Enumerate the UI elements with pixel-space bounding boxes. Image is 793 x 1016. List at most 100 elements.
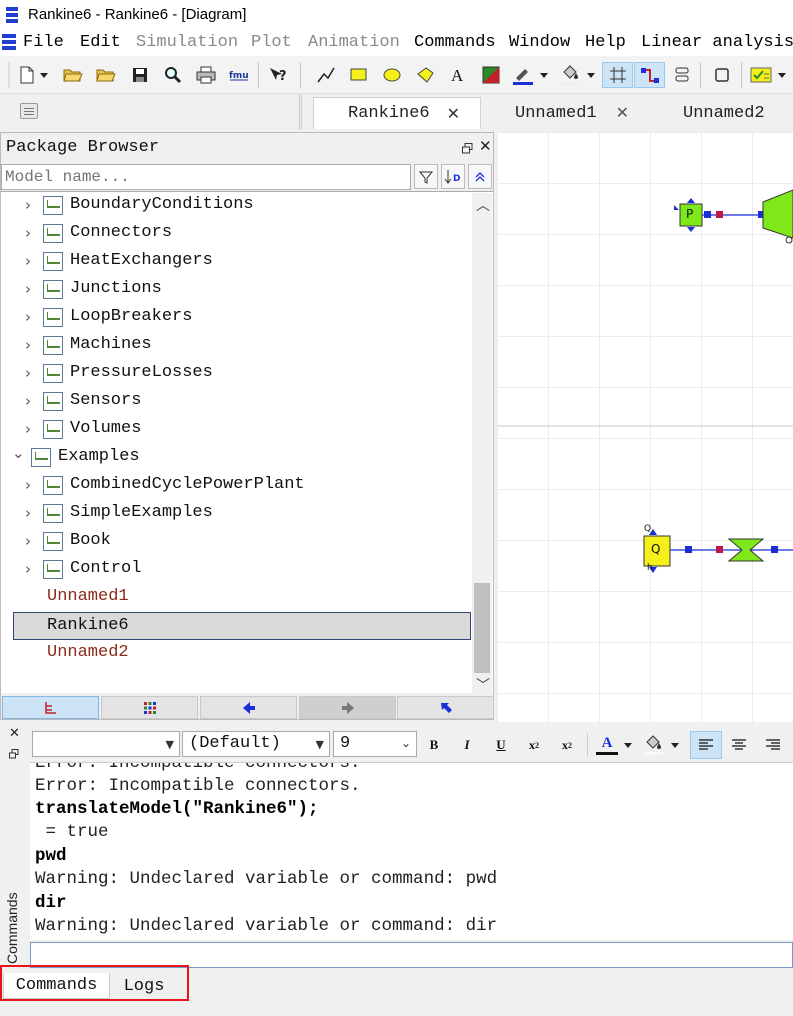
diagram-canvas[interactable]: P Q Q h xyxy=(497,132,793,722)
open-folder-icon[interactable] xyxy=(60,62,86,88)
style-select[interactable]: ▼ xyxy=(32,731,180,757)
italic-icon[interactable]: I xyxy=(454,731,480,759)
box-icon[interactable] xyxy=(709,62,735,88)
draw-polygon-icon[interactable] xyxy=(412,62,438,88)
highlight-dropdown-icon[interactable] xyxy=(667,731,683,759)
tree-item-junctions[interactable]: › Junctions xyxy=(1,276,471,304)
chevron-right-icon[interactable]: › xyxy=(25,336,31,354)
draw-text-icon[interactable]: A xyxy=(445,62,471,88)
back-arrow-icon[interactable] xyxy=(200,696,297,719)
forward-arrow-icon[interactable] xyxy=(299,696,396,719)
search-icon[interactable] xyxy=(160,62,186,88)
chevron-right-icon[interactable]: › xyxy=(25,224,31,242)
draw-bitmap-icon[interactable] xyxy=(478,62,504,88)
align-right-icon[interactable] xyxy=(759,731,787,759)
menu-app-icon[interactable] xyxy=(2,34,16,50)
draw-ellipse-icon[interactable] xyxy=(379,62,405,88)
menu-plot[interactable]: Plot xyxy=(251,33,292,52)
tree-item-boundaryconditions[interactable]: › BoundaryConditions xyxy=(1,192,471,220)
line-color-icon[interactable] xyxy=(510,62,536,88)
close-icon[interactable]: ✕ xyxy=(616,103,629,122)
fill-color-icon[interactable] xyxy=(557,62,583,88)
collapse-all-icon[interactable] xyxy=(468,164,492,189)
scrollbar-thumb[interactable] xyxy=(474,583,490,673)
text-color-dropdown-icon[interactable] xyxy=(620,731,636,759)
check-dropdown-icon[interactable] xyxy=(774,62,790,88)
chevron-right-icon[interactable]: › xyxy=(25,532,31,550)
undock-icon[interactable] xyxy=(462,141,473,154)
close-panel-icon[interactable]: ✕ xyxy=(479,137,492,155)
tab-unnamed2[interactable]: Unnamed2 xyxy=(649,97,793,129)
tree-item-machines[interactable]: › Machines xyxy=(1,332,471,360)
tree-item-volumes[interactable]: › Volumes xyxy=(1,416,471,444)
new-dropdown-icon[interactable] xyxy=(36,62,52,88)
chevron-right-icon[interactable]: › xyxy=(25,252,31,270)
chevron-right-icon[interactable]: › xyxy=(25,280,31,298)
load-folder-icon[interactable] xyxy=(93,62,119,88)
chevron-right-icon[interactable]: › xyxy=(25,504,31,522)
tab-unnamed1[interactable]: Unnamed1 ✕ xyxy=(481,97,649,129)
fill-color-dropdown-icon[interactable] xyxy=(583,62,599,88)
tree-item-pressurelosses[interactable]: › PressureLosses xyxy=(1,360,471,388)
connect-mode-icon[interactable] xyxy=(634,62,665,88)
chevron-right-icon[interactable]: › xyxy=(25,560,31,578)
sort-icon[interactable]: D xyxy=(441,164,465,189)
tree-item-simpleexamples[interactable]: › SimpleExamples xyxy=(1,500,471,528)
tree-item-connectors[interactable]: › Connectors xyxy=(1,220,471,248)
tree-view-icon[interactable] xyxy=(2,696,99,719)
tree-item-control[interactable]: › Control xyxy=(1,556,471,584)
font-size-select[interactable]: 9 ⌄ xyxy=(333,731,417,757)
menu-help[interactable]: Help xyxy=(585,33,626,52)
chevron-down-icon[interactable]: ⌄ xyxy=(12,444,25,462)
tree-item-combinedcyclepowerplant[interactable]: › CombinedCyclePowerPlant xyxy=(1,472,471,500)
align-icon[interactable] xyxy=(669,62,695,88)
print-icon[interactable] xyxy=(193,62,219,88)
close-icon[interactable]: ✕ xyxy=(447,104,460,123)
menu-commands[interactable]: Commands xyxy=(414,33,496,52)
components-view-icon[interactable] xyxy=(101,696,198,719)
tab-rankine6[interactable]: Rankine6 ✕ xyxy=(313,97,481,129)
whats-this-help-icon[interactable]: ? xyxy=(265,62,291,88)
model-search-input[interactable] xyxy=(1,164,411,190)
save-icon[interactable] xyxy=(127,62,153,88)
draw-rectangle-icon[interactable] xyxy=(346,62,372,88)
menu-linear-analysis[interactable]: Linear analysis xyxy=(641,33,793,52)
grid-toggle-icon[interactable] xyxy=(602,62,633,88)
bold-icon[interactable]: B xyxy=(421,731,447,759)
undock-icon[interactable] xyxy=(9,746,19,759)
line-color-dropdown-icon[interactable] xyxy=(536,62,552,88)
chevron-right-icon[interactable]: › xyxy=(25,392,31,410)
highlight-color-icon[interactable] xyxy=(640,731,666,759)
tree-item-loopbreakers[interactable]: › LoopBreakers xyxy=(1,304,471,332)
chevron-right-icon[interactable]: › xyxy=(25,308,31,326)
superscript-icon[interactable]: x2 xyxy=(554,731,580,759)
draw-line-icon[interactable] xyxy=(313,62,339,88)
tree-item-book[interactable]: › Book xyxy=(1,528,471,556)
menu-edit[interactable]: Edit xyxy=(80,33,121,52)
check-list-icon[interactable] xyxy=(748,62,774,88)
font-select[interactable]: (Default) ▼ xyxy=(182,731,330,757)
scroll-up-icon[interactable]: ︿ xyxy=(476,195,490,215)
menu-file[interactable]: File xyxy=(23,33,64,52)
scroll-down-icon[interactable]: ﹀ xyxy=(476,675,490,695)
menu-window[interactable]: Window xyxy=(509,33,570,52)
menu-simulation[interactable]: Simulation xyxy=(136,33,238,52)
chevron-right-icon[interactable]: › xyxy=(25,420,31,438)
tree-item-unnamed1[interactable]: Unnamed1 xyxy=(1,584,471,612)
align-center-icon[interactable] xyxy=(725,731,753,759)
text-color-icon[interactable]: A xyxy=(594,731,620,759)
chevron-right-icon[interactable]: › xyxy=(25,476,31,494)
fmu-icon[interactable]: fmu xyxy=(226,62,252,88)
tree-item-unnamed2[interactable]: Unnamed2 xyxy=(1,640,471,668)
tree-item-examples[interactable]: ⌄ Examples xyxy=(1,444,471,472)
chevron-right-icon[interactable]: › xyxy=(25,364,31,382)
align-left-icon[interactable] xyxy=(690,731,722,759)
tree-item-sensors[interactable]: › Sensors xyxy=(1,388,471,416)
close-panel-icon[interactable]: ✕ xyxy=(9,726,20,741)
underline-icon[interactable]: U xyxy=(488,731,514,759)
tree-item-rankine6[interactable]: Rankine6 xyxy=(13,612,471,640)
tree-scrollbar[interactable]: ︿ ﹀ xyxy=(472,193,492,695)
filter-icon[interactable] xyxy=(414,164,438,189)
menu-animation[interactable]: Animation xyxy=(308,33,400,52)
chevron-right-icon[interactable]: › xyxy=(25,196,31,214)
